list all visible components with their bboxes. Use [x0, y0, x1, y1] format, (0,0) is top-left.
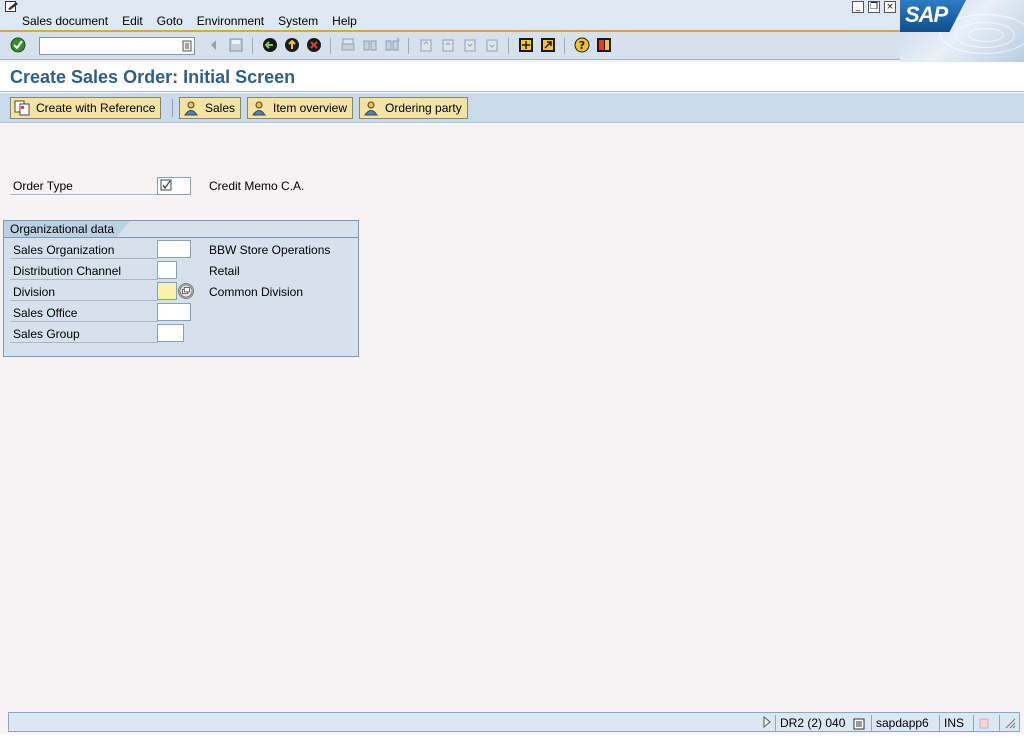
system-info: DR2 (2) 040: [775, 715, 869, 731]
layout-menu-icon[interactable]: [596, 37, 612, 53]
close-icon[interactable]: ×: [884, 1, 896, 13]
distribution-channel-field[interactable]: [157, 261, 177, 279]
status-bar: DR2 (2) 040 sapdapp6 INS: [8, 712, 1020, 732]
restore-icon[interactable]: ❐: [868, 1, 880, 13]
division-description: Common Division: [209, 285, 304, 299]
copy-document-icon: [14, 100, 30, 116]
sales-group-label: Sales Group: [10, 325, 158, 343]
resize-grip[interactable]: [999, 715, 1019, 731]
sales-label: Sales: [205, 101, 236, 115]
sales-office-label: Sales Office: [10, 304, 158, 322]
save-icon[interactable]: [228, 37, 244, 53]
order-type-label: Order Type: [10, 177, 157, 195]
sap-logo-text: SAP: [905, 2, 948, 27]
menu-help[interactable]: Help: [332, 14, 357, 28]
person-icon: [252, 101, 266, 116]
sales-organization-description: BBW Store Operations: [209, 243, 331, 257]
division-label: Division: [10, 283, 158, 301]
exit-icon[interactable]: [284, 37, 300, 53]
command-field[interactable]: [39, 37, 195, 55]
back-arrow-icon[interactable]: [206, 37, 222, 53]
first-page-icon[interactable]: [418, 37, 434, 53]
item-overview-label: Item overview: [273, 101, 348, 115]
create-with-reference-button[interactable]: Create with Reference: [10, 97, 162, 119]
ordering-party-button[interactable]: Ordering party: [359, 97, 468, 119]
order-type-field[interactable]: [157, 177, 191, 195]
value-help-icon[interactable]: [178, 283, 194, 299]
ordering-party-label: Ordering party: [385, 101, 462, 115]
page-title: Create Sales Order: Initial Screen: [10, 67, 296, 87]
division-field[interactable]: [157, 282, 177, 300]
minimize-icon[interactable]: _: [852, 1, 864, 13]
menu-edit[interactable]: Edit: [122, 14, 143, 28]
sales-organization-field[interactable]: [157, 240, 191, 258]
create-with-reference-label: Create with Reference: [36, 101, 156, 115]
person-icon: [184, 101, 198, 116]
find-next-icon[interactable]: [384, 37, 400, 53]
menu-environment[interactable]: Environment: [197, 14, 264, 28]
server-name: sapdapp6: [871, 715, 933, 731]
back-icon[interactable]: [262, 37, 278, 53]
system-info-list-icon[interactable]: [853, 718, 865, 730]
create-session-icon[interactable]: [518, 37, 534, 53]
menu-bar: Sales document Edit Goto Environment Sys…: [0, 0, 1024, 32]
find-icon[interactable]: [362, 37, 378, 53]
title-bar: Create Sales Order: Initial Screen: [0, 62, 1024, 92]
organizational-data-group: Organizational data Sales Organization B…: [3, 220, 359, 357]
enter-icon[interactable]: [10, 37, 26, 53]
menu-system[interactable]: System: [278, 14, 318, 28]
item-overview-button[interactable]: Item overview: [247, 97, 354, 119]
sales-organization-label: Sales Organization: [10, 241, 158, 259]
svg-text:?: ?: [579, 39, 585, 52]
window-menu-icon[interactable]: [5, 1, 19, 13]
next-page-icon[interactable]: [462, 37, 478, 53]
command-history-icon[interactable]: [182, 40, 192, 52]
distribution-channel-description: Retail: [209, 264, 240, 278]
application-toolbar: Create with Reference Sales Item overvie…: [0, 93, 1024, 123]
main-area: Order Type Credit Memo C.A. Organization…: [0, 124, 1024, 712]
system-info-text: DR2 (2) 040: [780, 716, 846, 730]
lock-icon: [979, 718, 989, 729]
group-title: Organizational data: [3, 220, 132, 238]
help-icon[interactable]: ?: [574, 37, 590, 53]
menu-sales-document[interactable]: Sales document: [22, 14, 108, 28]
menu-goto[interactable]: Goto: [157, 14, 183, 28]
status-expand-icon[interactable]: [761, 716, 773, 728]
command-input[interactable]: [40, 38, 176, 54]
sales-button[interactable]: Sales: [179, 97, 242, 119]
checkbox-edit-icon: [160, 179, 172, 191]
cancel-icon[interactable]: [306, 37, 322, 53]
person-icon: [364, 101, 378, 116]
last-page-icon[interactable]: [484, 37, 500, 53]
shortcut-icon[interactable]: [540, 37, 556, 53]
sap-logo: SAP: [900, 0, 1024, 62]
sales-office-field[interactable]: [157, 303, 191, 321]
insert-mode: INS: [939, 715, 968, 731]
print-icon[interactable]: [340, 37, 356, 53]
previous-page-icon[interactable]: [440, 37, 456, 53]
resize-grip-icon: [1005, 718, 1016, 729]
order-type-description: Credit Memo C.A.: [209, 179, 305, 193]
lock-indicator: [973, 715, 997, 731]
distribution-channel-label: Distribution Channel: [10, 262, 158, 280]
standard-toolbar: ?: [0, 32, 900, 60]
sales-group-field[interactable]: [157, 324, 184, 342]
